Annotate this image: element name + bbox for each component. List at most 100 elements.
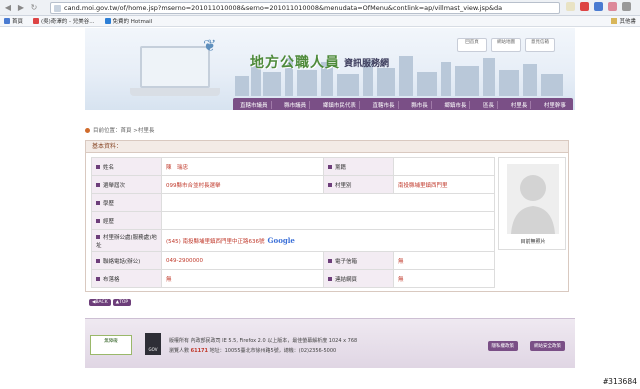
bookmark-label: (吳)奇澤的 - 兒美谷... [41, 19, 95, 25]
field-label: 電子信箱 [335, 258, 358, 265]
gov-logo[interactable]: GOV [145, 333, 161, 355]
address-bar[interactable]: cand.moi.gov.tw/of/home.jsp?mserno=20101… [50, 2, 560, 14]
page-icon [54, 4, 61, 12]
profile-table: 姓名 陳 瑞忠 黨籍 選舉屆次 099縣市合並村長選舉 村里別 南投縣埔里鎮西門… [91, 157, 495, 288]
value-cell: 無 [393, 269, 495, 288]
table-row: 聯絡電話(辦公) 049-2900000 電子信箱 無 [91, 251, 495, 270]
star-icon[interactable] [566, 2, 575, 11]
menu-item-district-chief[interactable]: 區長 [480, 101, 499, 109]
url-text: cand.moi.gov.tw/of/home.jsp?mserno=20101… [64, 4, 503, 12]
bookmark-label: 免費的 Hotmail [112, 19, 153, 25]
field-label: 黨籍 [335, 164, 347, 171]
butterfly-icon: ❦ [203, 36, 217, 55]
footer: 無障礙 GOV 版權所有 內政部民政司 IE 5.5, Firefox 2.0 … [85, 318, 575, 368]
table-row: 經歷 [91, 211, 495, 230]
security-policy-button[interactable]: 網站安全政策 [530, 341, 565, 351]
bookmark-item[interactable]: 首頁 [4, 17, 23, 25]
site-logo[interactable]: 地方公職人員 資訊服務網 [250, 52, 389, 72]
bullet-icon [328, 183, 332, 187]
other-bookmarks[interactable]: 其他書 [611, 17, 636, 25]
field-label: 姓名 [103, 164, 115, 171]
extension-icons [566, 2, 631, 11]
label-cell: 經歷 [91, 211, 162, 230]
photo-box: 目前無照片 [498, 157, 566, 250]
footer-line-1: 版權所有 內政部民政司 IE 5.5, Firefox 2.0 以上版本，最佳螢… [169, 338, 358, 344]
home-link[interactable]: 回首頁 [457, 38, 487, 52]
label-cell: 連結網頁 [323, 269, 394, 288]
menu-item-municipal-mayor[interactable]: 直轄市長 [370, 101, 399, 109]
reload-icon[interactable]: ↻ [29, 3, 39, 13]
address-value: (545) 南投縣埔里鎮西門里中正路636號 [166, 239, 265, 245]
privacy-policy-button[interactable]: 隱私權政策 [487, 341, 518, 351]
value-cell: 陳 瑞忠 [161, 157, 324, 176]
label-cell: 學歷 [91, 193, 162, 212]
label-cell: 村里辦公處(服務處)地址 [91, 229, 162, 252]
logo-sub-text: 資訊服務網 [344, 58, 390, 69]
header-banner: ❦ 地方公職人員 資訊服務網 回首頁 網站地圖 意見信箱 直轄市議員 縣市議員 … [85, 28, 575, 110]
bookmark-item[interactable]: 免費的 Hotmail [104, 17, 153, 25]
bookmark-icon [4, 18, 10, 24]
table-row: 村里辦公處(服務處)地址 (545) 南投縣埔里鎮西門里中正路636號 Googl… [91, 229, 495, 252]
footer-line-2: 瀏覽人數 61171 地址：10055臺北市徐州路5號，總機：(02)2356-… [169, 346, 357, 356]
label-cell: 姓名 [91, 157, 162, 176]
sitemap-link[interactable]: 網站地圖 [491, 38, 521, 52]
person-silhouette-icon [507, 164, 559, 234]
gmail-icon[interactable] [580, 2, 589, 11]
bullet-icon [328, 165, 332, 169]
value-cell [393, 157, 495, 176]
bullet-icon [96, 235, 100, 239]
accessibility-logo[interactable]: 無障礙 [90, 335, 132, 355]
bullet-icon [96, 259, 100, 263]
table-row: 選舉屆次 099縣市合並村長選舉 村里別 南投縣埔里鎮西門里 [91, 175, 495, 194]
wrench-icon[interactable] [622, 2, 631, 11]
bullet-icon [96, 219, 100, 223]
bullet-icon [328, 259, 332, 263]
bullet-icon [328, 277, 332, 281]
extension-icon[interactable] [594, 2, 603, 11]
value-cell: 099縣市合並村長選舉 [161, 175, 324, 194]
label-cell: 聯絡電話(辦公) [91, 251, 162, 270]
bullet-icon [96, 183, 100, 187]
value-cell: (545) 南投縣埔里鎮西門里中正路636號 Google [161, 229, 495, 252]
field-label: 連結網頁 [335, 276, 358, 283]
label-cell: 村里別 [323, 175, 394, 194]
bookmarks-bar: 首頁 (吳)奇澤的 - 兒美谷... 免費的 Hotmail 其他書 [0, 16, 640, 27]
menu-item-village-officer[interactable]: 村里幹事 [541, 101, 569, 109]
menu-item-township-mayor[interactable]: 鄉鎮市長 [441, 101, 471, 109]
profile-panel: 基本資料： 姓名 陳 瑞忠 黨籍 選舉屆次 099縣市合並村長選舉 村里別 南投… [85, 140, 569, 292]
menu-item-county-councilor[interactable]: 縣市議員 [281, 101, 311, 109]
menu-item-township-rep[interactable]: 鄉鎮市民代表 [320, 101, 360, 109]
menu-item-village-chief[interactable]: 村里長 [508, 101, 532, 109]
other-bookmarks-label: 其他書 [619, 19, 636, 25]
field-label: 聯絡電話(辦公) [103, 258, 141, 265]
back-icon[interactable]: ◀ [3, 3, 13, 13]
main-menu: 直轄市議員 縣市議員 鄉鎮市民代表 直轄市長 縣市長 鄉鎮市長 區長 村里長 村… [233, 98, 573, 110]
extension-icon[interactable] [608, 2, 617, 11]
visitor-label: 瀏覽人數 [169, 348, 190, 354]
menu-item-county-mayor[interactable]: 縣市長 [408, 101, 432, 109]
bookmark-item[interactable]: (吳)奇澤的 - 兒美谷... [33, 17, 95, 25]
footer-text: 版權所有 內政部民政司 IE 5.5, Firefox 2.0 以上版本，最佳螢… [169, 336, 357, 356]
footer-buttons: 隱私權政策 網站安全政策 [487, 341, 565, 351]
value-cell: 049-2900000 [161, 251, 324, 270]
breadcrumb-text: 目前位置：首頁 >村里長 [93, 128, 155, 134]
forward-icon[interactable]: ▶ [16, 3, 26, 13]
back-button[interactable]: ◀BACK [89, 299, 111, 306]
field-label: 村里別 [335, 182, 352, 189]
breadcrumb: 目前位置：首頁 >村里長 [85, 126, 154, 134]
bookmark-icon [104, 18, 111, 24]
label-cell: 電子信箱 [323, 251, 394, 270]
section-title: 基本資料： [86, 141, 568, 153]
logo-main-text: 地方公職人員 [250, 55, 340, 71]
google-map-link[interactable]: Google [268, 236, 295, 245]
menu-item-municipal-councilor[interactable]: 直轄市議員 [237, 101, 272, 109]
field-label: 選舉屆次 [103, 182, 126, 189]
top-button[interactable]: ▲TOP [112, 299, 132, 306]
field-label: 學歷 [103, 200, 115, 207]
photo-label: 目前無照片 [520, 239, 546, 245]
table-row: 學歷 [91, 193, 495, 212]
visitor-count: 61171 [190, 348, 209, 354]
google-label: Google [267, 236, 295, 245]
site-container: ❦ 地方公職人員 資訊服務網 回首頁 網站地圖 意見信箱 直轄市議員 縣市議員 … [85, 28, 575, 389]
feedback-link[interactable]: 意見信箱 [525, 38, 555, 52]
